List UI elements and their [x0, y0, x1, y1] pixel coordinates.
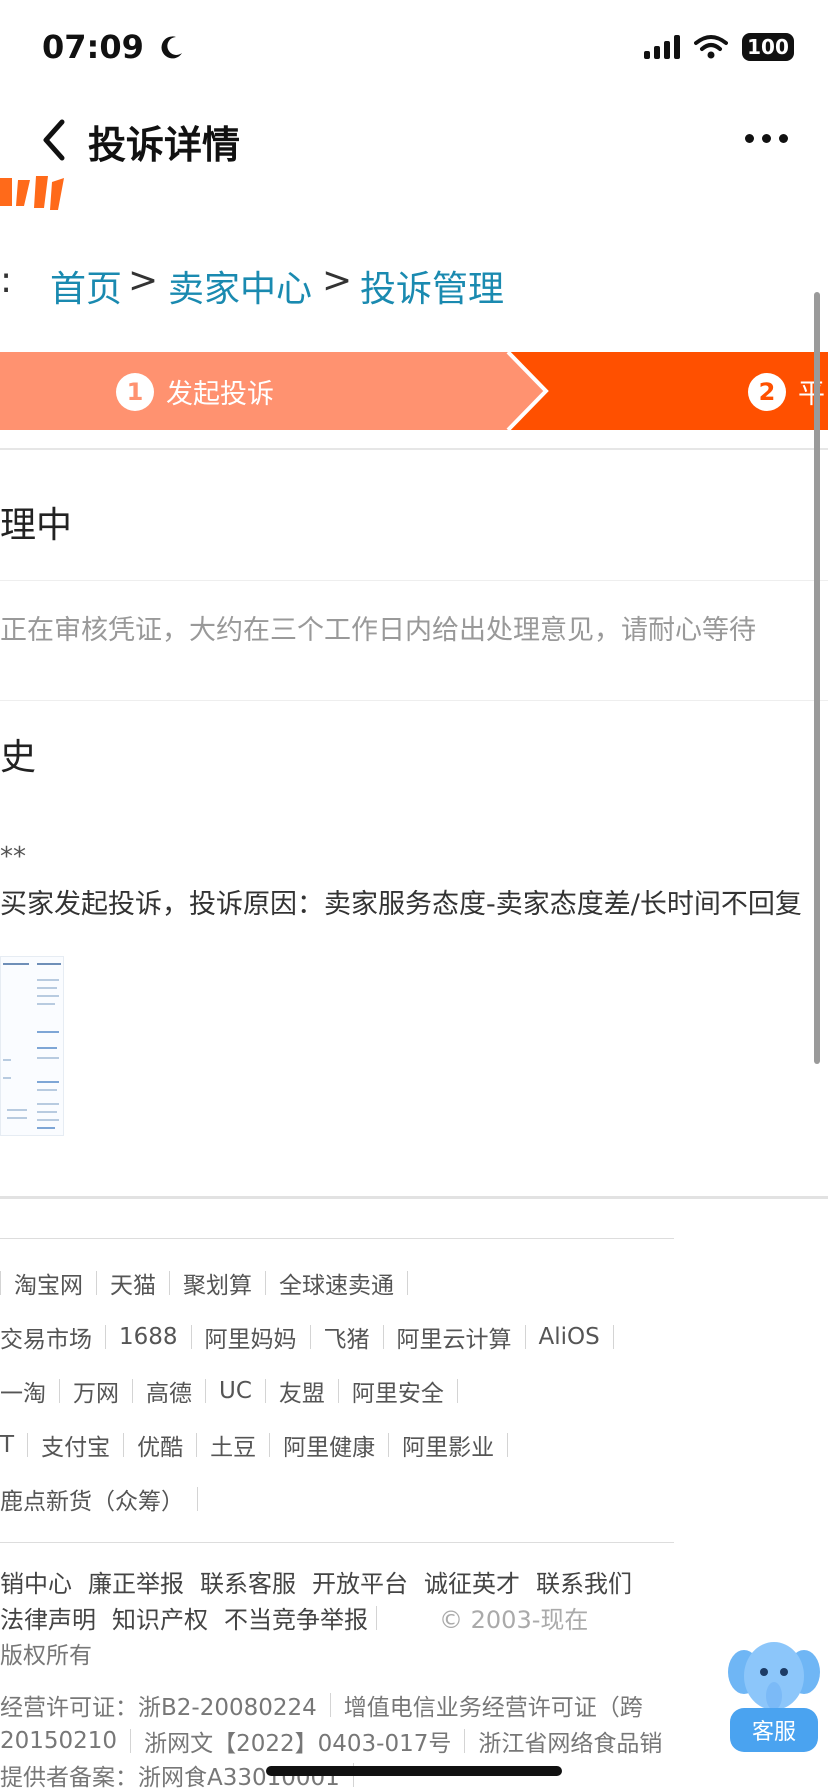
- license-text: 浙江省网络食品销: [478, 1731, 663, 1757]
- breadcrumb-complaint-management[interactable]: 投诉管理: [360, 260, 504, 312]
- footer-about-link[interactable]: 联系客服: [192, 1564, 304, 1599]
- footer-links-row: 交易市场 1688 阿里妈妈 飞猪 阿里云计算 AliOS: [0, 1320, 614, 1354]
- more-options-icon[interactable]: [745, 134, 788, 143]
- step-1-number: 1: [116, 372, 154, 411]
- breadcrumb-separator: >: [128, 260, 159, 301]
- license-text: 浙网文【2022】0403-017号: [144, 1731, 452, 1757]
- divider: [0, 580, 828, 581]
- logo-fragment: [0, 176, 64, 210]
- footer-about-link[interactable]: 不当竞争举报: [216, 1600, 376, 1635]
- battery-icon: 100: [742, 33, 794, 61]
- page-title: 投诉详情: [88, 123, 241, 167]
- footer-link[interactable]: 天猫: [97, 1266, 169, 1300]
- footer-link[interactable]: 一淘: [0, 1374, 59, 1408]
- breadcrumb-colon: :: [0, 260, 13, 301]
- footer-link[interactable]: 阿里健康: [270, 1428, 388, 1462]
- progress-steps: 1 发起投诉 2 平: [0, 352, 828, 430]
- license-text: 20150210: [0, 1728, 118, 1754]
- footer-link[interactable]: 全球速卖通: [266, 1266, 407, 1300]
- footer-link[interactable]: 土豆: [197, 1428, 269, 1462]
- footer-link[interactable]: 聚划算: [170, 1266, 265, 1300]
- breadcrumb-home[interactable]: 首页: [50, 260, 122, 312]
- footer-about-link[interactable]: 联系我们: [528, 1564, 640, 1599]
- breadcrumb-seller-center[interactable]: 卖家中心: [168, 260, 312, 312]
- customer-service-label: 客服: [730, 1708, 818, 1752]
- footer-links-row: 一淘 万网 高德 UC 友盟 阿里安全: [0, 1374, 458, 1408]
- step-1-label: 发起投诉: [166, 379, 274, 410]
- footer-link[interactable]: 优酷: [124, 1428, 196, 1462]
- footer-link[interactable]: 万网: [60, 1374, 132, 1408]
- divider: [0, 1196, 828, 1199]
- footer-link[interactable]: 阿里妈妈: [192, 1320, 310, 1354]
- scrollbar[interactable]: [814, 292, 820, 1064]
- footer-link[interactable]: 阿里影业: [389, 1428, 507, 1462]
- footer-link[interactable]: T: [0, 1432, 27, 1458]
- divider: [0, 1238, 674, 1239]
- customer-service-button[interactable]: 客服: [726, 1632, 822, 1752]
- license-row: 20150210 浙网文【2022】0403-017号 浙江省网络食品销: [0, 1724, 675, 1758]
- history-user: **: [0, 842, 26, 872]
- footer-about-link[interactable]: 法律声明: [0, 1600, 104, 1635]
- footer-links-row: T 支付宝 优酷 土豆 阿里健康 阿里影业: [0, 1428, 509, 1462]
- license-row: 经营许可证：浙B2-20080224 增值电信业务经营许可证（跨: [0, 1688, 656, 1722]
- step-2-number: 2: [748, 372, 786, 411]
- footer-link[interactable]: 淘宝网: [1, 1266, 96, 1300]
- copyright: © 2003-现在: [439, 1606, 589, 1634]
- footer-link[interactable]: 交易市场: [0, 1320, 105, 1354]
- evidence-thumbnail[interactable]: [0, 956, 64, 1136]
- footer-link[interactable]: 友盟: [266, 1374, 338, 1408]
- footer-link[interactable]: 阿里云计算: [384, 1320, 525, 1354]
- step-1: 1 发起投诉: [116, 372, 274, 411]
- back-arrow-icon[interactable]: [36, 116, 72, 164]
- footer-link[interactable]: 支付宝: [28, 1428, 123, 1462]
- footer-link[interactable]: AliOS: [526, 1324, 613, 1350]
- divider: [0, 1542, 674, 1543]
- status-indicators: 100: [644, 32, 794, 62]
- footer-link[interactable]: 飞猪: [311, 1320, 383, 1354]
- divider: [0, 700, 828, 701]
- status-time: 07:09: [42, 28, 185, 66]
- history-heading: 史: [0, 737, 37, 778]
- moon-icon: [161, 36, 182, 59]
- breadcrumb-separator: >: [322, 260, 353, 301]
- footer-link[interactable]: 高德: [133, 1374, 205, 1408]
- license-text: 增值电信业务经营许可证（跨: [343, 1695, 643, 1721]
- cellular-signal-icon: [644, 35, 680, 59]
- footer-about-link[interactable]: 开放平台: [304, 1564, 416, 1599]
- footer-link[interactable]: UC: [206, 1378, 265, 1404]
- footer-links-row: 鹿点新货（众筹）: [0, 1482, 198, 1516]
- history-description: 买家发起投诉，投诉原因：卖家服务态度-卖家态度差/长时间不回复: [0, 889, 802, 920]
- footer-link[interactable]: 鹿点新货（众筹）: [0, 1482, 197, 1516]
- footer-about-row: 销中心 廉正举报 联系客服 开放平台 诚征英才 联系我们: [0, 1564, 640, 1599]
- footer-link[interactable]: 1688: [106, 1324, 191, 1350]
- footer-about-link[interactable]: 销中心: [0, 1564, 80, 1599]
- footer-links-row: 淘宝网 天猫 聚划算 全球速卖通: [0, 1266, 408, 1300]
- divider: [0, 448, 828, 450]
- footer-about-link[interactable]: 廉正举报: [80, 1564, 192, 1599]
- footer-about-link[interactable]: 诚征英才: [416, 1564, 528, 1599]
- wifi-icon: [694, 35, 728, 59]
- footer-about-row: 法律声明 知识产权 不当竞争举报 © 2003-现在: [0, 1600, 601, 1635]
- complaint-status: 理中: [0, 505, 73, 546]
- status-description: 正在审核凭证，大约在三个工作日内给出处理意见，请耐心等待: [0, 615, 756, 646]
- step-2-label: 平: [798, 379, 825, 410]
- home-indicator[interactable]: [266, 1766, 562, 1776]
- footer-link[interactable]: 阿里安全: [339, 1374, 457, 1408]
- footer-about-link[interactable]: 知识产权: [104, 1600, 216, 1635]
- license-text: 经营许可证：浙B2-20080224: [0, 1695, 317, 1721]
- rights-reserved: 版权所有: [0, 1643, 92, 1669]
